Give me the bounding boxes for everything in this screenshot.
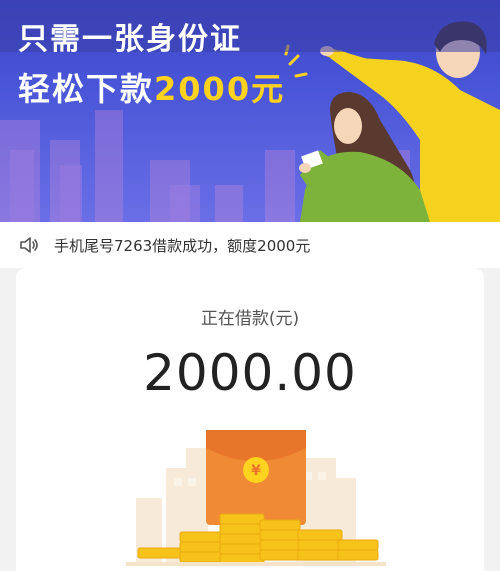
banner-amount: 2000元 bbox=[154, 70, 286, 108]
banner-subheadline-prefix: 轻松下款 bbox=[18, 70, 155, 108]
speaker-icon bbox=[20, 237, 38, 253]
banner-headline: 只需一张身份证 bbox=[18, 22, 242, 57]
loan-card: 正在借款(元) 2000.00 ¥ bbox=[16, 268, 484, 571]
notice-text: 手机尾号7263借款成功，额度2000元 bbox=[54, 236, 311, 255]
banner-subheadline: 轻松下款2000元 bbox=[18, 64, 285, 110]
loan-amount-label: 正在借款(元) bbox=[200, 309, 300, 329]
loan-amount-value: 2000.00 bbox=[143, 344, 357, 402]
notice-bar[interactable]: 手机尾号7263借款成功，额度2000元 bbox=[0, 222, 500, 268]
red-envelope-icon: ¥ bbox=[206, 430, 306, 525]
promo-banner[interactable]: 只需一张身份证 轻松下款2000元 bbox=[0, 0, 500, 222]
app-root: 只需一张身份证 轻松下款2000元 手机尾号7263借款成功，额度2000元 正… bbox=[0, 0, 500, 571]
red-envelope-coins-illustration: ¥ bbox=[126, 430, 386, 566]
svg-text:¥: ¥ bbox=[251, 463, 261, 479]
